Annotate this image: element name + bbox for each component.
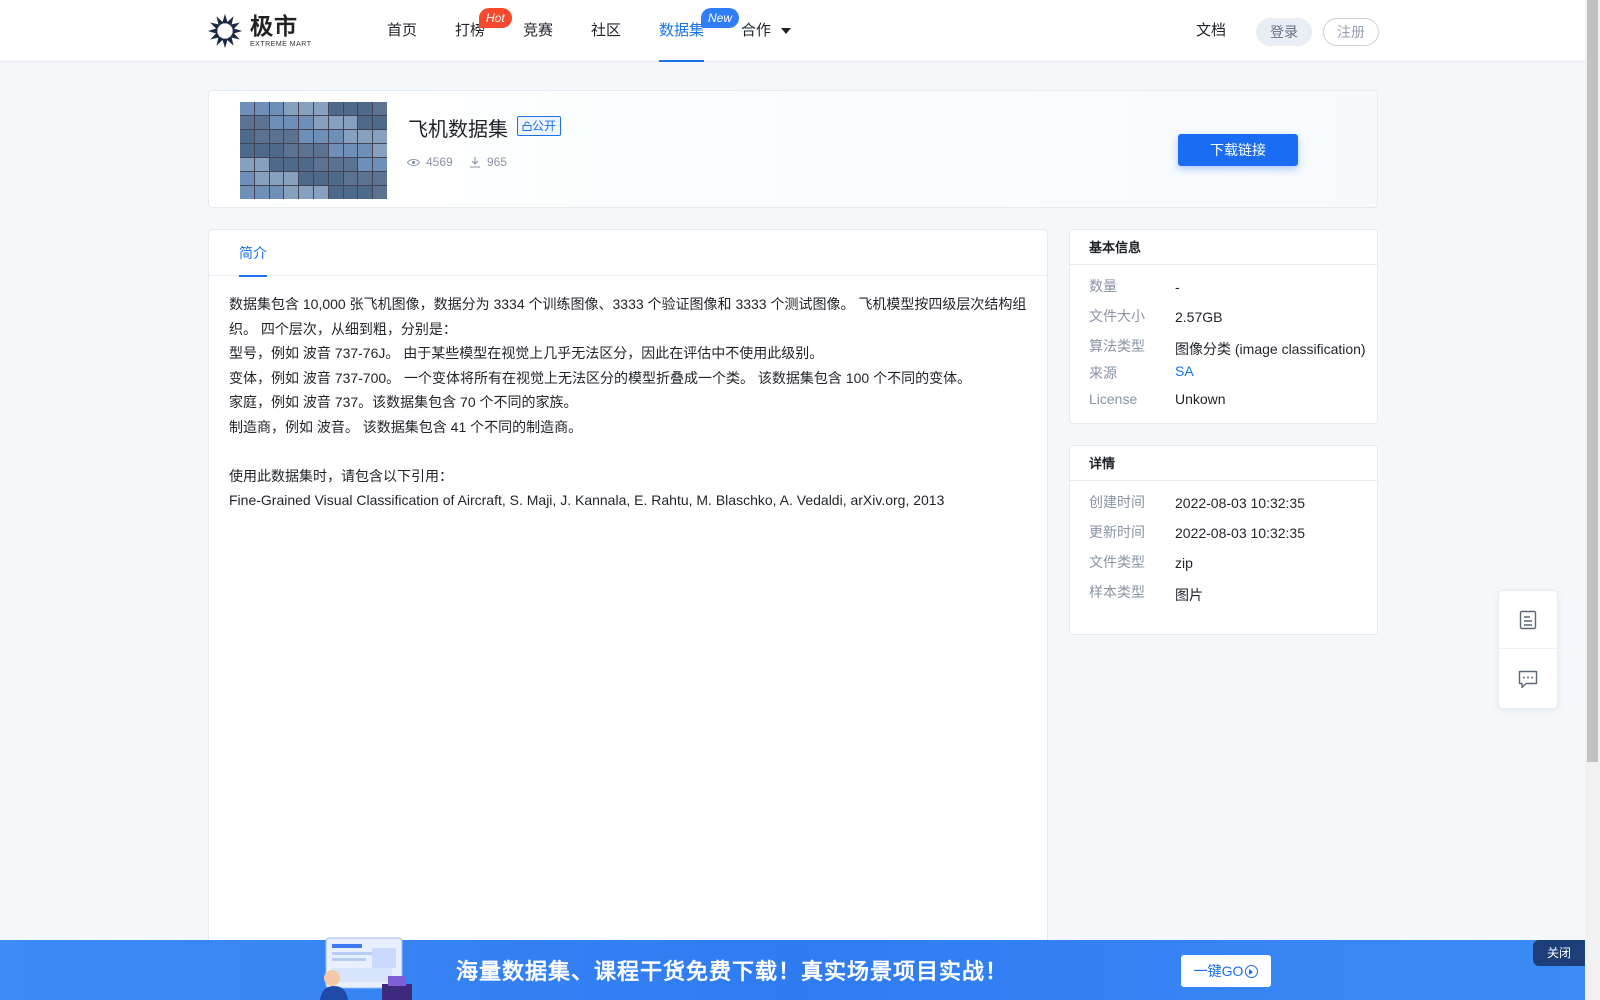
nav-item-home[interactable]: 首页 xyxy=(387,0,417,62)
view-count-value: 4569 xyxy=(426,155,453,169)
nav-item-label: 竞赛 xyxy=(523,22,554,39)
detail-value: zip xyxy=(1175,555,1193,571)
tab-bar: 简介 xyxy=(209,230,1047,277)
nav-item-community[interactable]: 社区 xyxy=(591,0,621,62)
visibility-label: 公开 xyxy=(532,119,557,133)
new-badge: New xyxy=(701,8,740,28)
detail-row-updated: 更新时间 2022-08-03 10:32:35 xyxy=(1070,516,1377,546)
description-paragraph: 型号，例如 波音 737-76J。 由于某些模型在视觉上几乎无法区分，因此在评估… xyxy=(229,345,824,361)
nav-item-cooperation[interactable]: 合作 xyxy=(741,0,792,62)
download-count: 965 xyxy=(469,155,507,169)
top-navbar: 极市 EXTREME MART 首页 打榜 Hot 竞赛 社区 数据集 New … xyxy=(0,0,1585,62)
info-value: 图像分类 (image classification) xyxy=(1175,341,1366,357)
download-count-value: 965 xyxy=(487,155,508,169)
dataset-header-card: 飞机数据集 公开 4569 965 下载链接 xyxy=(208,90,1378,208)
dataset-description: 数据集包含 10,000 张飞机图像，数据分为 3334 个训练图像、3333 … xyxy=(209,276,1047,513)
dataset-intro-panel: 简介 数据集包含 10,000 张飞机图像，数据分为 3334 个训练图像、33… xyxy=(208,229,1048,1000)
tab-label: 简介 xyxy=(239,245,267,261)
brand-logo[interactable]: 极市 EXTREME MART xyxy=(206,12,312,50)
promo-button-label: 一键GO xyxy=(1193,963,1244,979)
caret-down-icon xyxy=(781,28,792,35)
info-key: 数量 xyxy=(1089,278,1117,294)
nav-item-datasets[interactable]: 数据集 New xyxy=(659,0,740,62)
logo-icon xyxy=(207,13,243,49)
citation-intro: 使用此数据集时，请包含以下引用： xyxy=(229,467,453,484)
detail-key: 更新时间 xyxy=(1089,524,1145,540)
scrollbar-thumb[interactable] xyxy=(1587,0,1598,762)
info-row-algorithm: 算法类型 图像分类 (image classification) xyxy=(1070,330,1377,360)
info-key: 来源 xyxy=(1089,365,1117,381)
document-icon xyxy=(1519,610,1537,629)
tab-active-indicator xyxy=(239,275,267,277)
tab-intro[interactable]: 简介 xyxy=(239,230,267,277)
eye-icon xyxy=(407,158,420,166)
details-heading: 详情 xyxy=(1070,446,1377,481)
detail-value: 2022-08-03 10:32:35 xyxy=(1175,525,1305,541)
basic-info-heading: 基本信息 xyxy=(1070,230,1377,265)
info-row-count: 数量 - xyxy=(1070,270,1377,300)
nav-item-label: 数据集 xyxy=(659,22,705,39)
info-row-source: 来源 SA xyxy=(1070,360,1377,390)
arrow-right-circle-icon xyxy=(1245,965,1259,978)
info-value: - xyxy=(1175,279,1180,295)
lock-open-icon xyxy=(522,121,532,131)
docs-link[interactable]: 文档 xyxy=(1196,0,1226,62)
download-icon xyxy=(470,157,480,168)
detail-key: 文件类型 xyxy=(1089,554,1145,570)
floating-toolbar xyxy=(1498,590,1558,709)
nav-item-leaderboard[interactable]: 打榜 Hot xyxy=(455,0,512,62)
detail-value: 2022-08-03 10:32:35 xyxy=(1175,495,1305,511)
description-paragraph: 制造商，例如 波音。 该数据集包含 41 个不同的制造商。 xyxy=(229,418,583,435)
description-paragraph: 家庭，例如 波音 737。该数据集包含 70 个不同的家族。 xyxy=(229,394,578,410)
promo-go-button[interactable]: 一键GO xyxy=(1181,955,1271,987)
brand-name-en: EXTREME MART xyxy=(250,40,312,48)
info-row-file-size: 文件大小 2.57GB xyxy=(1070,300,1377,330)
description-paragraph: 变体，例如 波音 737-700。 一个变体将所有在视觉上无法区分的模型折叠成一… xyxy=(229,369,972,386)
basic-info-card: 基本信息 数量 - 文件大小 2.57GB 算法类型 图像分类 (image c… xyxy=(1069,229,1378,424)
description-paragraph: 数据集包含 10,000 张飞机图像，数据分为 3334 个训练图像、3333 … xyxy=(229,296,1027,337)
promo-banner: 海量数据集、课程干货免费下载！真实场景项目实战！ 一键GO 关闭 xyxy=(0,937,1585,1000)
download-link-button[interactable]: 下载链接 xyxy=(1178,134,1298,166)
promo-illustration xyxy=(320,937,412,1000)
nav-item-label: 社区 xyxy=(591,22,622,39)
nav-item-label: 首页 xyxy=(387,22,418,39)
detail-row-sample-type: 样本类型 图片 xyxy=(1070,576,1377,606)
dataset-title: 飞机数据集 xyxy=(408,119,508,141)
info-value: Unkown xyxy=(1175,391,1226,407)
hot-badge: Hot xyxy=(479,8,512,28)
nav-item-competition[interactable]: 竞赛 xyxy=(523,0,553,62)
citation-text: Fine-Grained Visual Classification of Ai… xyxy=(229,492,945,508)
message-icon xyxy=(1518,670,1538,688)
login-button[interactable]: 登录 xyxy=(1256,18,1312,46)
detail-key: 样本类型 xyxy=(1089,584,1145,600)
visibility-tag: 公开 xyxy=(517,116,562,136)
brand-name: 极市 xyxy=(250,12,298,39)
info-row-license: License Unkown xyxy=(1070,390,1377,420)
source-link[interactable]: SA xyxy=(1175,363,1194,379)
nav-active-indicator xyxy=(659,60,705,62)
detail-row-created: 创建时间 2022-08-03 10:32:35 xyxy=(1070,486,1377,516)
info-value: 2.57GB xyxy=(1175,309,1223,325)
view-count: 4569 xyxy=(407,155,453,169)
feedback-button[interactable] xyxy=(1499,650,1557,708)
promo-close-button[interactable]: 关闭 xyxy=(1533,940,1585,966)
detail-key: 创建时间 xyxy=(1089,494,1145,510)
info-key: License xyxy=(1089,391,1138,407)
document-button[interactable] xyxy=(1499,591,1557,649)
info-key: 算法类型 xyxy=(1089,338,1145,354)
dataset-thumbnail xyxy=(240,102,387,199)
register-button[interactable]: 注册 xyxy=(1323,18,1379,46)
info-key: 文件大小 xyxy=(1089,308,1145,324)
nav-item-label: 合作 xyxy=(741,22,772,39)
promo-text: 海量数据集、课程干货免费下载！真实场景项目实战！ xyxy=(456,959,1009,985)
page-scrollbar[interactable] xyxy=(1585,0,1600,1000)
detail-value: 图片 xyxy=(1175,587,1203,603)
detail-row-file-type: 文件类型 zip xyxy=(1070,546,1377,576)
details-card: 详情 创建时间 2022-08-03 10:32:35 更新时间 2022-08… xyxy=(1069,445,1378,635)
